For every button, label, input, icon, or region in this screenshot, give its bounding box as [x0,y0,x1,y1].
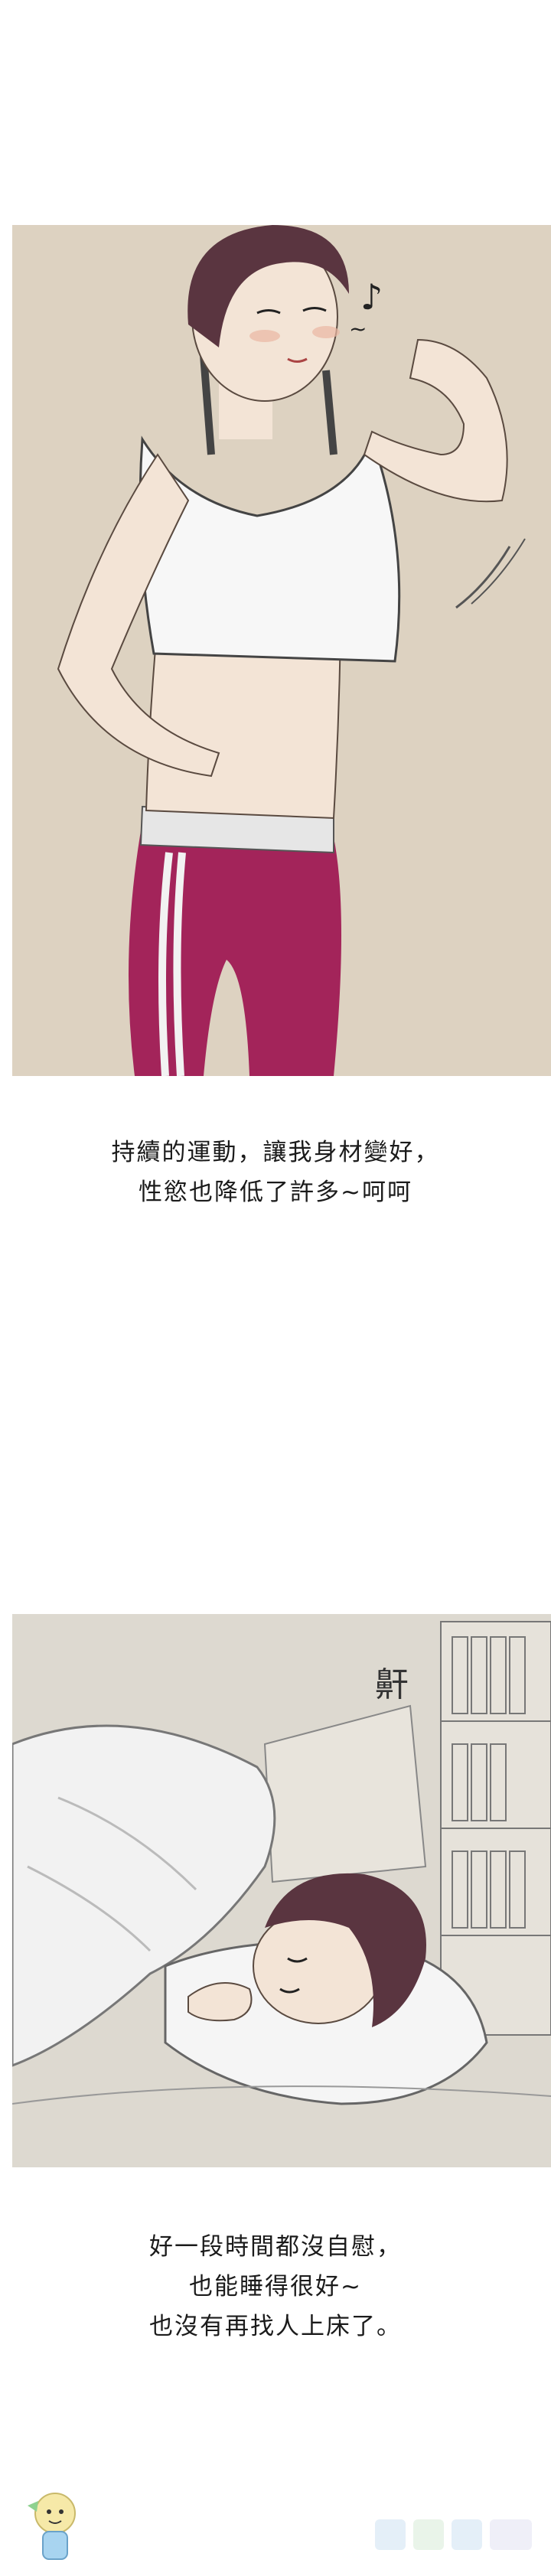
caption-line: 性慾也降低了許多~呵呵 [139,1179,412,1206]
sleeping-illustration [12,1621,551,2105]
site-logo [375,2519,532,2550]
caption-line: 也能睡得很好~ [189,2273,362,2300]
exercise-illustration: ♪ ~ [57,225,526,1076]
bookshelf [440,1621,551,2036]
svg-text:~: ~ [349,316,367,341]
caption-line: 好一段時間都沒自慰， [149,2233,402,2261]
caption-exercise: 持續的運動，讓我身材變好， 性慾也降低了許多~呵呵 [0,1133,551,1212]
mascot-logo [28,2493,76,2560]
caption-sleeping: 好一段時間都沒自慰， 也能睡得很好~ 也沒有再找人上床了。 [0,2227,551,2346]
caption-line: 也沒有再找人上床了。 [149,2313,402,2340]
sleeping-panel [12,1614,551,2167]
svg-text:♪: ♪ [360,276,383,318]
watermark-area [0,2461,551,2576]
caption-line: 持續的運動，讓我身材變好， [111,1139,440,1166]
snore-sound-effect: 鼾 [375,1665,409,1704]
exercise-panel: ♪ ~ [12,225,551,1076]
